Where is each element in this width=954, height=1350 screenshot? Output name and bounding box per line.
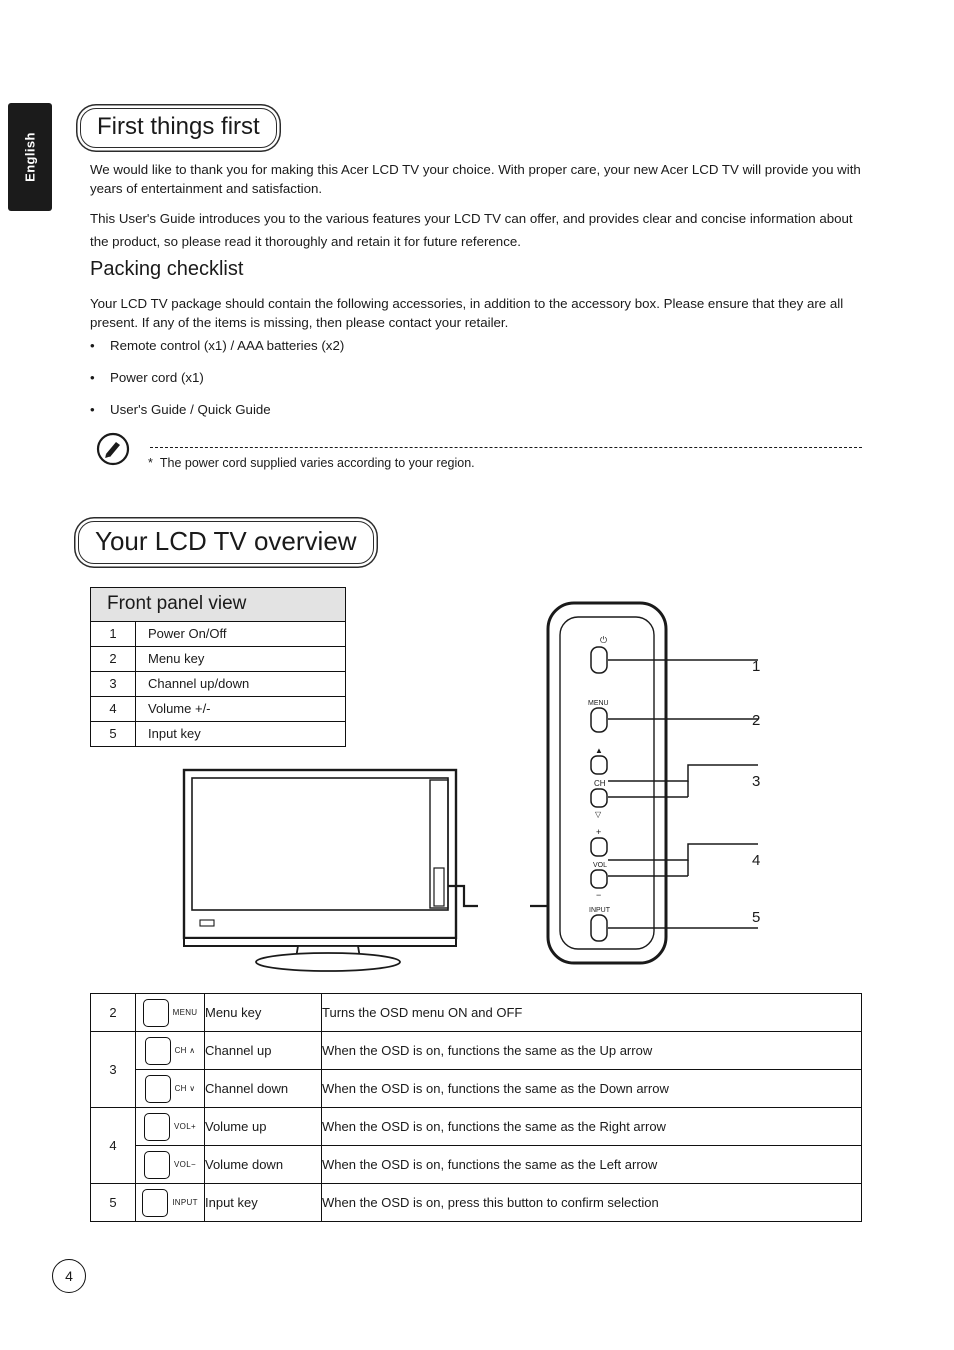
table-row: 2 Menu key (91, 647, 345, 672)
note-divider (150, 447, 862, 448)
table-cell-keycap-label: CH ∨ (174, 1084, 196, 1093)
table-row: CH ∨ Channel down When the OSD is on, fu… (91, 1069, 862, 1108)
table-cell-keycap: VOL− (135, 1145, 205, 1184)
table-row: VOL− Volume down When the OSD is on, fun… (91, 1145, 862, 1184)
packing-checklist-paragraph: Your LCD TV package should contain the f… (90, 296, 844, 331)
table-cell-number: 4 (91, 697, 136, 721)
table-cell-name: Volume up (204, 1107, 322, 1146)
list-item: • User's Guide / Quick Guide (90, 402, 271, 417)
table-cell-keycap-label: CH ∧ (174, 1046, 196, 1055)
bullet-dot-icon: • (90, 370, 95, 385)
table-cell-number: 3 (90, 1031, 136, 1108)
intro-paragraph-2: This User's Guide introduces you to the … (90, 211, 853, 250)
section-heading-first-things-first: First things first (80, 108, 277, 148)
list-item-label: User's Guide / Quick Guide (110, 402, 271, 417)
table-cell-keycap: MENU (135, 993, 205, 1032)
table-row: 2 MENU Menu key Turns the OSD menu ON an… (90, 993, 862, 1032)
table-row: 1 Power On/Off (91, 622, 345, 647)
table-cell-keycap: CH ∧ (135, 1031, 205, 1070)
list-item: • Remote control (x1) / AAA batteries (x… (90, 338, 344, 353)
note-text: * The power cord supplied varies accordin… (148, 456, 475, 470)
table-cell-keycap-label: MENU (172, 1008, 198, 1017)
table-cell-number: 2 (91, 647, 136, 671)
svg-text:MENU: MENU (588, 700, 609, 707)
svg-text:INPUT: INPUT (589, 907, 611, 914)
table-cell-label: Channel up/down (148, 676, 250, 691)
table-cell-keycap: INPUT (135, 1183, 205, 1222)
svg-text:−: − (596, 890, 601, 900)
callout-number-3: 3 (752, 773, 761, 790)
language-tab-label: English (22, 132, 38, 182)
menu-key-icon (142, 998, 169, 1027)
table-cell-name: Channel up (204, 1031, 322, 1070)
callout-number-1: 1 (752, 658, 761, 675)
channel-up-key-icon (144, 1036, 171, 1065)
section-heading-first-things-first-label: First things first (97, 113, 260, 140)
note-pencil-icon (96, 432, 130, 466)
table-cell-label: Volume +/- (148, 701, 211, 716)
table-cell-keycap-label: VOL+ (174, 1122, 196, 1131)
intro-paragraph-1: We would like to thank you for making th… (90, 162, 861, 197)
list-item: • Power cord (x1) (90, 370, 204, 385)
channel-down-key-icon (144, 1074, 171, 1103)
svg-text:VOL: VOL (593, 862, 607, 869)
table-row: 5 Input key (91, 722, 345, 746)
volume-up-key-icon (144, 1112, 171, 1141)
volume-down-key-icon (144, 1150, 171, 1179)
tv-front-illustration (182, 768, 478, 972)
table-cell-name: Channel down (204, 1069, 322, 1108)
table-cell-description: When the OSD is on, press this button to… (321, 1183, 862, 1222)
table-cell-number: 5 (90, 1183, 136, 1222)
front-panel-view-title: Front panel view (91, 588, 345, 622)
bullet-dot-icon: • (90, 338, 95, 353)
table-cell-number: 4 (90, 1107, 136, 1184)
svg-text:▽: ▽ (595, 810, 602, 819)
table-cell-label: Power On/Off (148, 626, 227, 641)
table-cell-name: Volume down (204, 1145, 322, 1184)
list-item-label: Remote control (x1) / AAA batteries (x2) (110, 338, 345, 353)
note-marker: * (148, 456, 153, 470)
bullet-dot-icon: • (90, 402, 95, 417)
list-item-label: Power cord (x1) (110, 370, 204, 385)
table-cell-description: Turns the OSD menu ON and OFF (321, 993, 862, 1032)
table-cell-keycap: VOL+ (135, 1107, 205, 1146)
language-tab: English (8, 103, 52, 211)
table-row: 3 CH ∧ Channel up When the OSD is on, fu… (90, 1031, 862, 1108)
input-key-icon (142, 1188, 169, 1217)
callout-number-2: 2 (752, 712, 761, 729)
table-cell-number: 2 (90, 993, 136, 1032)
table-cell-description: When the OSD is on, functions the same a… (321, 1069, 862, 1108)
callout-number-5: 5 (752, 909, 761, 926)
note-body: The power cord supplied varies according… (159, 456, 475, 470)
table-cell-name: Input key (204, 1183, 322, 1222)
page-number: 4 (52, 1259, 86, 1293)
svg-text:CH: CH (594, 779, 606, 788)
table-row: 5 INPUT Input key When the OSD is on, pr… (90, 1183, 862, 1222)
table-cell-keycap-label: VOL− (174, 1160, 196, 1169)
table-cell-number: 1 (91, 622, 136, 646)
table-cell-description: When the OSD is on, functions the same a… (321, 1031, 862, 1070)
table-cell-description: When the OSD is on, functions the same a… (321, 1107, 862, 1146)
table-cell-name: Menu key (204, 993, 322, 1032)
table-cell-number: 5 (91, 722, 136, 746)
callout-number-4: 4 (752, 852, 761, 869)
table-cell-label: Menu key (148, 651, 205, 666)
table-row: 4 VOL+ Volume up When the OSD is on, fun… (90, 1107, 862, 1184)
section-heading-lcd-tv-overview: Your LCD TV overview (78, 521, 374, 564)
packing-checklist-heading: Packing checklist (90, 258, 244, 280)
button-function-table: 2 MENU Menu key Turns the OSD menu ON an… (90, 993, 862, 1222)
table-row: 3 Channel up/down (91, 672, 345, 697)
svg-text:▲: ▲ (595, 746, 603, 755)
table-cell-number: 3 (91, 672, 136, 696)
side-panel-illustration: ⏻ MENU ▲ CH ▽ + VOL − INPUT (530, 601, 758, 965)
table-cell-description: When the OSD is on, functions the same a… (321, 1145, 862, 1184)
table-cell-keycap-label: INPUT (172, 1198, 198, 1207)
table-cell-keycap: CH ∨ (135, 1069, 205, 1108)
table-row: 4 Volume +/- (91, 697, 345, 722)
front-panel-view-table: Front panel view 1 Power On/Off 2 Menu k… (90, 587, 346, 747)
table-cell-label: Input key (148, 726, 201, 741)
svg-text:⏻: ⏻ (600, 635, 607, 645)
svg-text:+: + (596, 827, 601, 837)
section-heading-lcd-tv-overview-label: Your LCD TV overview (95, 526, 357, 556)
